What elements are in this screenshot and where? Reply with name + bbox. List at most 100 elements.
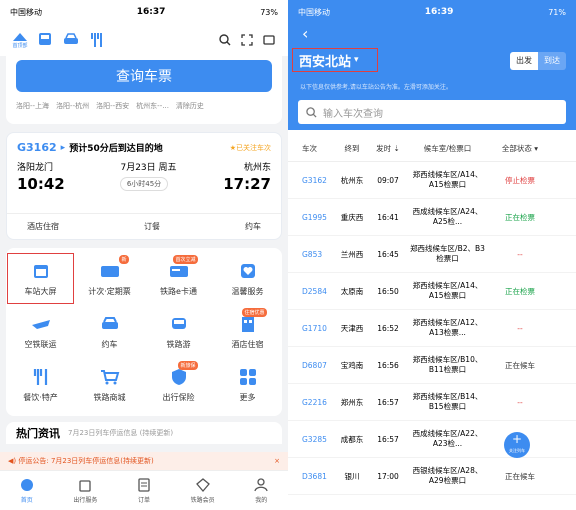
table-row[interactable]: G1710 天津西 16:52 郑西线候车区/A12、A13检票... --: [288, 310, 576, 347]
train-number-cell: G1710: [302, 323, 327, 333]
service-rail-tour[interactable]: 铁路游: [144, 305, 213, 358]
station-selector[interactable]: 西安北站 ▾: [292, 48, 378, 72]
back-icon[interactable]: ‹: [302, 26, 308, 42]
follow-train-button[interactable]: + 关注列车: [504, 432, 530, 458]
service-station-screen[interactable]: 车站大屏: [6, 252, 75, 305]
depart-time-cell: 16:52: [377, 323, 399, 333]
service-care[interactable]: 温馨服务: [213, 252, 282, 305]
table-row[interactable]: G1995 重庆西 16:41 西成线候车区/A24、A25检... 正在检票: [288, 199, 576, 236]
service-car[interactable]: 约车: [75, 305, 144, 358]
train-icon: [168, 314, 190, 334]
train-icon[interactable]: [32, 32, 58, 48]
gate-cell: 郑西线候车区/A12、A13检票...: [412, 318, 483, 337]
carrier-label: 中国移动: [298, 7, 330, 17]
status-bar: 中国移动 16:39 71%: [288, 0, 576, 24]
food-icon[interactable]: [84, 32, 110, 48]
history-item[interactable]: 洛阳--西安: [96, 101, 129, 111]
carrier-label: 中国移动: [10, 7, 42, 17]
diamond-icon: [195, 477, 210, 492]
status-cell: --: [517, 323, 523, 333]
services-grid: 车站大屏 新 计次·定期票 首次立减 铁路e卡通 温馨服务 空铁联运 约车 铁路…: [6, 248, 282, 416]
close-icon[interactable]: ×: [274, 457, 280, 465]
table-row[interactable]: G3162 杭州东 09:07 郑西线候车区/A14、A15检票口 停止检票: [288, 162, 576, 199]
tab-membership[interactable]: 铁路会员: [191, 477, 215, 504]
order-icon: [138, 477, 150, 492]
tab-label: 订单: [137, 496, 150, 504]
home-icon: [20, 478, 33, 491]
service-label: 车站大屏: [24, 286, 57, 296]
depart-arrive-toggle: 出发 到达: [510, 52, 566, 70]
car-icon: [99, 314, 121, 334]
service-label: 铁路商城: [93, 393, 126, 403]
history-item[interactable]: 杭州东--...: [136, 101, 169, 111]
table-row[interactable]: G853 兰州西 16:45 郑西线候车区/B2、B3检票口 --: [288, 236, 576, 273]
search-placeholder: 输入车次查询: [323, 108, 383, 120]
promo-badge: 首次立减: [173, 254, 198, 264]
luggage-icon: [79, 479, 92, 492]
service-hotel[interactable]: 住宿优惠 酒店住宿: [213, 305, 282, 358]
tab-depart[interactable]: 出发: [510, 52, 538, 70]
service-more[interactable]: 更多: [213, 359, 282, 412]
history-item[interactable]: 洛阳--杭州: [56, 101, 89, 111]
trip-card[interactable]: G3162 ▸ 预计50分后到达目的地 ★ 已关注车次 洛阳龙门 7月23日 周…: [6, 132, 282, 240]
tab-home[interactable]: 首页: [20, 478, 34, 504]
destination-cell: 太原南: [340, 286, 364, 296]
tab-label: 出行服务: [73, 496, 98, 504]
paper-plane-icon[interactable]: 首顶部: [8, 32, 32, 49]
col-status[interactable]: 全部状态 ▾: [490, 143, 546, 154]
service-mall[interactable]: 铁路商城: [75, 359, 144, 412]
col-time[interactable]: 发时 ⇣: [371, 143, 405, 154]
tab-orders[interactable]: 订单: [137, 477, 151, 504]
query-ticket-button[interactable]: 查询车票: [16, 60, 272, 92]
service-insurance[interactable]: 新旅保 出行保险: [144, 359, 213, 412]
service-ecard[interactable]: 首次立减 铁路e卡通: [144, 252, 213, 305]
status-cell: 正在候车: [505, 471, 535, 481]
tab-arrive[interactable]: 到达: [538, 52, 566, 70]
scan-icon[interactable]: [236, 34, 258, 46]
service-label: 铁路游: [166, 339, 191, 349]
status-bar: 中国移动 16:37 73%: [0, 0, 288, 24]
destination-cell: 杭州东: [340, 175, 364, 185]
history-item[interactable]: 洛阳--上海: [16, 101, 49, 111]
table-row[interactable]: D6807 宝鸡南 16:56 郑西线候车区/B10、B11检票口 正在候车: [288, 347, 576, 384]
table-row[interactable]: D3681 银川 17:00 西银线候车区/A28、A29检票口 正在候车: [288, 458, 576, 495]
gate-cell: 郑西线候车区/A14、A15检票口: [412, 170, 483, 189]
status-cell: 正在候车: [505, 360, 535, 370]
destination-cell: 宝鸡南: [340, 360, 364, 370]
hotel-action[interactable]: 酒店住宿: [27, 221, 59, 232]
notice-bar[interactable]: ◀) 停运公告: 7月23日列车停运信息(持续更新) ×: [0, 452, 288, 470]
depart-time-cell: 17:00: [377, 471, 399, 481]
promo-badge: 住宿优惠: [242, 307, 267, 317]
hot-news[interactable]: 热门资讯 7月23日列车停运信息 (持续更新): [6, 422, 282, 444]
clear-history-link[interactable]: 清除历史: [176, 101, 204, 111]
search-icon[interactable]: [214, 34, 236, 46]
service-air-rail[interactable]: 空铁联运: [6, 305, 75, 358]
search-history: 洛阳--上海 洛阳--杭州 洛阳--西安 杭州东--... 清除历史: [16, 101, 272, 111]
destination-cell: 天津西: [340, 323, 364, 333]
service-label: 温馨服务: [231, 286, 264, 296]
station-name: 西安北站: [299, 54, 352, 70]
car-icon[interactable]: [58, 33, 84, 47]
speaker-icon: ◀): [8, 457, 17, 465]
bottom-tabbar: 首页 出行服务 订单 铁路会员 我的: [0, 470, 288, 510]
depart-time-cell: 16:50: [377, 286, 399, 296]
table-row[interactable]: G3285成都东16:57西成线候车区/A22、A23检...--: [288, 421, 576, 458]
table-row[interactable]: G2216 郑州东 16:57 郑西线候车区/B14、B15检票口 --: [288, 384, 576, 421]
meal-action[interactable]: 订餐: [144, 221, 160, 232]
fab-label: 关注列车: [509, 448, 525, 453]
service-periodic-ticket[interactable]: 新 计次·定期票: [75, 252, 144, 305]
status-cell: 正在检票: [505, 286, 535, 296]
tab-mine[interactable]: 我的: [254, 477, 268, 504]
gate-cell: 郑西线候车区/A14、A15检票口: [412, 281, 483, 300]
service-food[interactable]: 餐饮·特产: [6, 359, 75, 412]
followed-label[interactable]: 已关注车次: [236, 143, 271, 153]
plus-icon: +: [511, 432, 523, 446]
table-row[interactable]: D2584 太原南 16:50 郑西线候车区/A14、A15检票口 正在检票: [288, 273, 576, 310]
tab-travel-service[interactable]: 出行服务: [73, 478, 97, 504]
car-action[interactable]: 约车: [245, 221, 261, 232]
message-icon[interactable]: [258, 34, 280, 46]
departure-table: 车次 终到 发时 ⇣ 候车室/检票口 全部状态 ▾ G3162 杭州东 09:07 郑…: [288, 136, 576, 495]
promo-badge: 新旅保: [178, 361, 198, 371]
train-search-input[interactable]: 输入车次查询: [298, 100, 566, 124]
logo-label: 首顶部: [12, 42, 28, 49]
